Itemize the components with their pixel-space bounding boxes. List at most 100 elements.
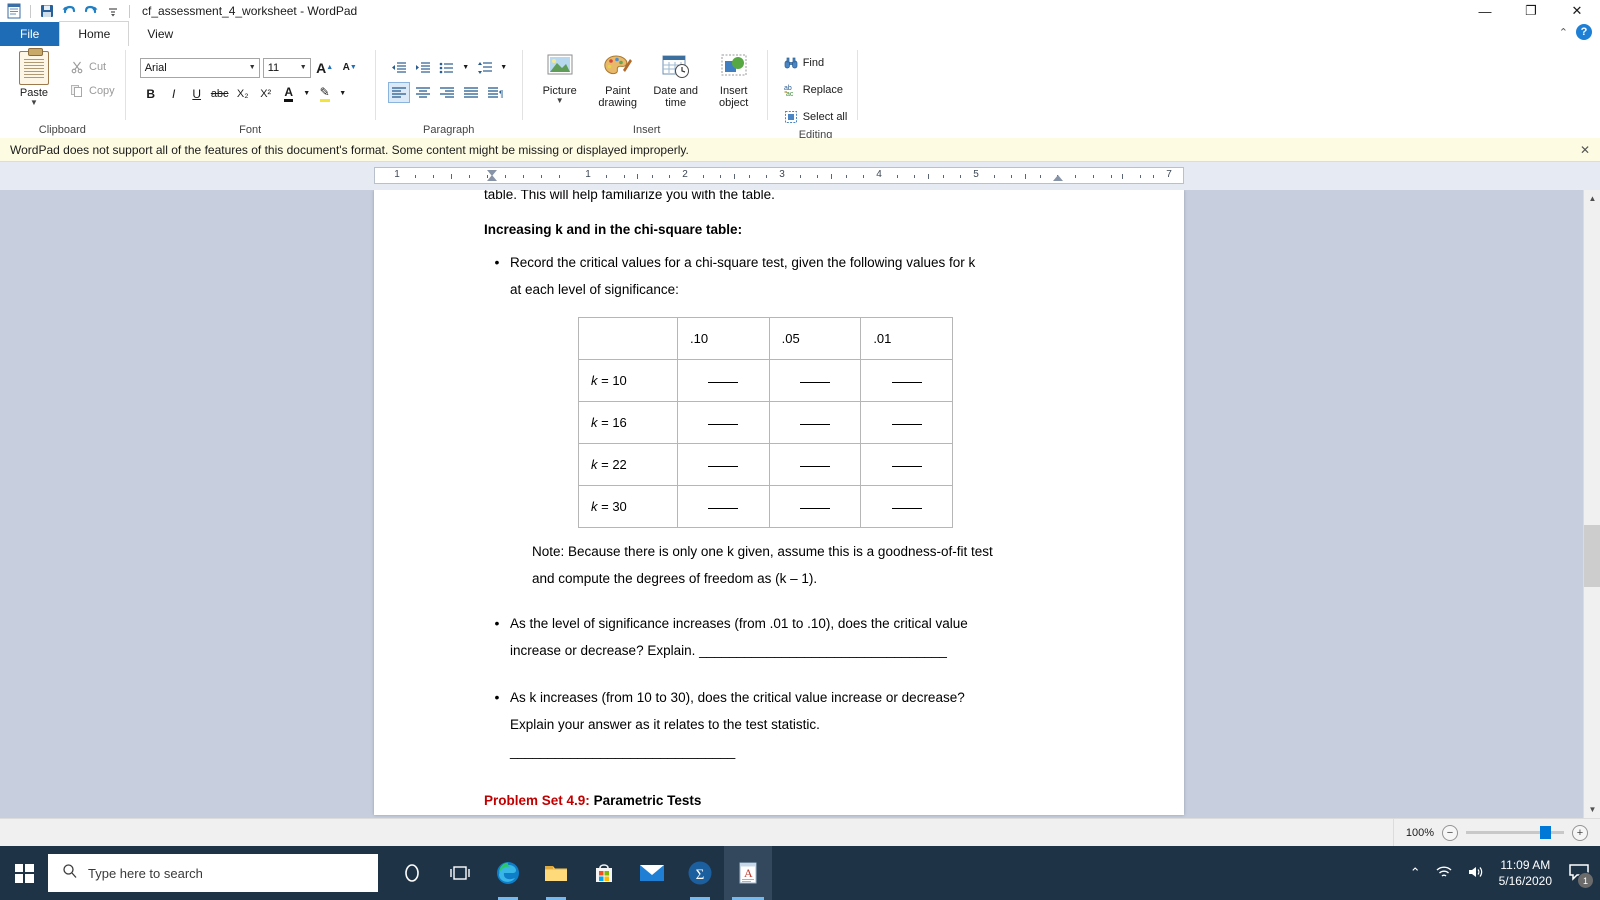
document-page[interactable]: table. This will help familiarize you wi… <box>374 190 1184 815</box>
cut-button[interactable]: Cut <box>66 55 119 79</box>
shrink-font-button[interactable]: A ▼ <box>339 57 361 78</box>
search-input[interactable]: Type here to search <box>48 854 378 892</box>
start-list-button[interactable] <box>436 57 458 78</box>
subscript-button[interactable]: X₂ <box>232 83 254 104</box>
font-size-combo[interactable]: 11 ▼ <box>262 57 311 78</box>
increase-indent-button[interactable] <box>412 57 434 78</box>
problem-set-title: Parametric Tests <box>593 793 702 808</box>
cell-k22-01[interactable] <box>860 443 953 486</box>
cell-k30-05[interactable] <box>768 485 862 528</box>
answer-blank-3[interactable]: ______________________________ <box>510 738 1079 765</box>
text-color-dropdown-icon[interactable]: ▼ <box>301 83 313 104</box>
cell-k22-05[interactable] <box>768 443 862 486</box>
cell-k10-10[interactable] <box>677 359 770 402</box>
line-spacing-dropdown-icon[interactable]: ▼ <box>498 57 510 78</box>
paragraph-settings-button[interactable]: ¶ <box>484 82 506 103</box>
chevron-down-icon[interactable]: ▼ <box>249 64 256 71</box>
redo-icon[interactable] <box>83 3 99 19</box>
file-explorer-icon[interactable] <box>532 846 580 900</box>
cell-k30-10[interactable] <box>677 485 770 528</box>
tab-file[interactable]: File <box>0 22 60 46</box>
cortana-icon[interactable] <box>388 846 436 900</box>
restore-button[interactable]: ❐ <box>1508 0 1554 22</box>
zoom-in-button[interactable]: + <box>1572 824 1588 841</box>
cell-k22-10[interactable] <box>677 443 770 486</box>
bullet-item-1: • Record the critical values for a chi-s… <box>484 249 1079 303</box>
collapse-ribbon-icon[interactable]: ⌃ <box>1559 26 1568 39</box>
minimize-button[interactable]: — <box>1462 0 1508 22</box>
replace-button[interactable]: ab ac Replace <box>780 78 852 102</box>
speaker-icon[interactable] <box>1467 865 1485 882</box>
notifications-button[interactable]: 1 <box>1568 863 1594 889</box>
table-row: k = 16 <box>578 401 953 444</box>
cell-k16-01[interactable] <box>860 401 953 444</box>
align-right-button[interactable] <box>436 82 458 103</box>
insert-object-button[interactable]: Insert object <box>707 51 761 109</box>
underline-button[interactable]: U <box>186 83 208 104</box>
picture-button[interactable]: Picture ▼ <box>533 51 587 105</box>
wordpad-taskbar-icon[interactable]: A <box>724 846 772 900</box>
cell-k10-01[interactable] <box>860 359 953 402</box>
close-warning-button[interactable]: ✕ <box>1580 143 1590 157</box>
zoom-slider-track[interactable] <box>1466 826 1564 839</box>
justify-button[interactable] <box>460 82 482 103</box>
answer-blank-2[interactable]: _________________________________ <box>699 643 947 658</box>
tab-home[interactable]: Home <box>59 21 130 46</box>
highlight-dropdown-icon[interactable]: ▼ <box>337 83 349 104</box>
task-view-icon[interactable] <box>436 846 484 900</box>
zoom-percent-label: 100% <box>1405 826 1434 839</box>
cell-k10-05[interactable] <box>768 359 862 402</box>
paste-dropdown-icon[interactable]: ▼ <box>30 99 38 107</box>
microsoft-store-icon[interactable] <box>580 846 628 900</box>
bold-button[interactable]: B <box>140 83 162 104</box>
strikethrough-button[interactable]: abc <box>209 83 231 104</box>
line-spacing-button[interactable] <box>474 57 496 78</box>
italic-button[interactable]: I <box>163 83 185 104</box>
font-family-combo[interactable]: Arial ▼ <box>139 57 260 78</box>
select-all-button[interactable]: Select all <box>780 105 852 129</box>
show-hidden-icons-button[interactable]: ⌃ <box>1410 865 1421 881</box>
paint-drawing-button[interactable]: Paint drawing <box>591 51 645 109</box>
wifi-icon[interactable] <box>1435 865 1453 882</box>
tab-view[interactable]: View <box>129 22 191 46</box>
scrollbar-thumb[interactable] <box>1584 525 1600 587</box>
scroll-up-button[interactable]: ▲ <box>1584 190 1600 207</box>
text-color-button[interactable]: A <box>278 83 300 104</box>
clipboard-group-label: Clipboard <box>38 124 86 136</box>
date-and-time-button[interactable]: Date and time <box>649 51 703 109</box>
highlight-button[interactable]: ✎ <box>314 83 336 104</box>
save-icon[interactable] <box>39 3 55 19</box>
start-list-dropdown-icon[interactable]: ▼ <box>460 57 472 78</box>
mail-icon[interactable] <box>628 846 676 900</box>
cell-k16-05[interactable] <box>768 401 862 444</box>
zoom-slider-thumb[interactable] <box>1540 826 1551 839</box>
find-button[interactable]: Find <box>780 51 852 75</box>
align-center-button[interactable] <box>412 82 434 103</box>
paste-button[interactable]: Paste ▼ <box>6 48 62 107</box>
close-button[interactable]: ✕ <box>1554 0 1600 22</box>
right-indent-marker[interactable] <box>1053 175 1063 181</box>
document-canvas[interactable]: table. This will help familiarize you wi… <box>0 190 1600 818</box>
align-left-button[interactable] <box>387 82 410 103</box>
copy-button[interactable]: Copy <box>66 79 119 103</box>
zoom-out-button[interactable]: − <box>1442 824 1458 841</box>
clock[interactable]: 11:09 AM 5/16/2020 <box>1499 857 1552 889</box>
spss-icon[interactable]: Σ <box>676 846 724 900</box>
left-indent-marker[interactable] <box>487 175 497 181</box>
customize-quick-access-icon[interactable] <box>105 3 121 19</box>
superscript-button[interactable]: X² <box>255 83 277 104</box>
undo-icon[interactable] <box>61 3 77 19</box>
microsoft-edge-icon[interactable] <box>484 846 532 900</box>
start-button[interactable] <box>0 846 48 900</box>
picture-dropdown-icon[interactable]: ▼ <box>556 97 564 105</box>
cell-k16-10[interactable] <box>677 401 770 444</box>
help-button[interactable]: ? <box>1576 24 1592 40</box>
chevron-down-icon-size[interactable]: ▼ <box>300 64 307 71</box>
grow-font-button[interactable]: A ▲ <box>314 57 336 78</box>
scroll-down-button[interactable]: ▼ <box>1584 801 1600 818</box>
cell-k30-01[interactable] <box>860 485 953 528</box>
decrease-indent-button[interactable] <box>388 57 410 78</box>
horizontal-ruler[interactable]: 1 1 2 3 4 5 7 <box>374 167 1184 184</box>
vertical-scrollbar[interactable]: ▲ ▼ <box>1583 190 1600 818</box>
ruler-number-3: 3 <box>779 169 785 180</box>
